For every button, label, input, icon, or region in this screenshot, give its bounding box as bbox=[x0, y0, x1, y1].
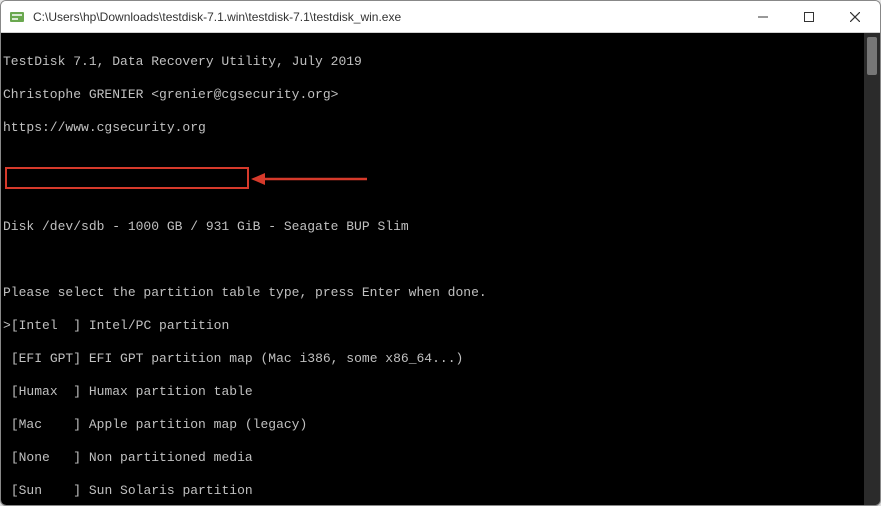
cursor-mark: > bbox=[3, 318, 11, 333]
app-window: C:\Users\hp\Downloads\testdisk-7.1.win\t… bbox=[0, 0, 881, 506]
option-humax[interactable]: [Humax ] Humax partition table bbox=[3, 384, 878, 401]
header-line: TestDisk 7.1, Data Recovery Utility, Jul… bbox=[3, 54, 878, 71]
header-line: https://www.cgsecurity.org bbox=[3, 120, 878, 137]
app-icon bbox=[9, 9, 25, 25]
option-sun[interactable]: [Sun ] Sun Solaris partition bbox=[3, 483, 878, 500]
option-none[interactable]: [None ] Non partitioned media bbox=[3, 450, 878, 467]
window-controls bbox=[740, 2, 878, 32]
scrollbar-thumb[interactable] bbox=[867, 37, 877, 75]
console-text: TestDisk 7.1, Data Recovery Utility, Jul… bbox=[1, 33, 880, 505]
close-button[interactable] bbox=[832, 2, 878, 32]
window-title: C:\Users\hp\Downloads\testdisk-7.1.win\t… bbox=[33, 10, 740, 24]
header-line: Christophe GRENIER <grenier@cgsecurity.o… bbox=[3, 87, 878, 104]
maximize-button[interactable] bbox=[786, 2, 832, 32]
option-intel[interactable]: >[Intel ] Intel/PC partition bbox=[3, 318, 878, 335]
option-mac[interactable]: [Mac ] Apple partition map (legacy) bbox=[3, 417, 878, 434]
vertical-scrollbar[interactable] bbox=[864, 33, 880, 505]
minimize-button[interactable] bbox=[740, 2, 786, 32]
disk-line: Disk /dev/sdb - 1000 GB / 931 GiB - Seag… bbox=[3, 219, 878, 236]
option-efi-gpt[interactable]: [EFI GPT] EFI GPT partition map (Mac i38… bbox=[3, 351, 878, 368]
console-area[interactable]: TestDisk 7.1, Data Recovery Utility, Jul… bbox=[1, 33, 880, 505]
titlebar[interactable]: C:\Users\hp\Downloads\testdisk-7.1.win\t… bbox=[1, 1, 880, 33]
prompt-line: Please select the partition table type, … bbox=[3, 285, 878, 302]
